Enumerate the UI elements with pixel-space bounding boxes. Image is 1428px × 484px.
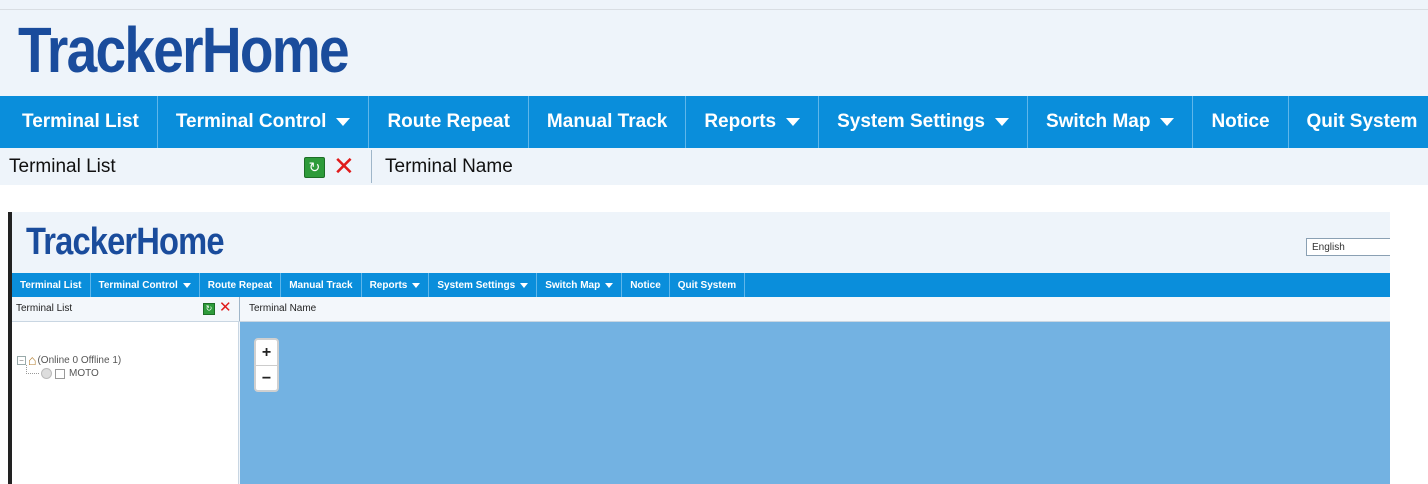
nav-label: System Settings <box>837 111 985 132</box>
nav-system-settings[interactable]: System Settings <box>819 96 1028 148</box>
nav-label: Reports <box>369 279 408 291</box>
full-app-panel: TrackerHome English Terminal List Termin… <box>8 212 1390 484</box>
terminal-tree: − ⌂ (Online 0 Offline 1) MOTO <box>12 322 239 484</box>
device-checkbox[interactable] <box>55 368 65 379</box>
nav-label: Switch Map <box>1045 111 1151 132</box>
language-select[interactable]: English <box>1306 238 1390 256</box>
main-nav: Terminal List Terminal Control Route Rep… <box>0 96 1428 148</box>
nav-manual-track[interactable]: Manual Track <box>281 273 362 297</box>
tree-root-label: (Online 0 Offline 1) <box>37 354 122 366</box>
device-icon <box>41 368 52 379</box>
nav-label: Manual Track <box>289 279 353 291</box>
zoom-out-button[interactable]: − <box>256 366 277 391</box>
nav-system-settings[interactable]: System Settings <box>429 273 538 297</box>
nav-label: Notice <box>1211 111 1270 132</box>
nav-terminal-control[interactable]: Terminal Control <box>91 273 200 297</box>
nav-manual-track[interactable]: Manual Track <box>529 96 687 148</box>
nav-notice[interactable]: Notice <box>622 273 670 297</box>
zoom-in-button[interactable]: + <box>256 340 277 366</box>
terminal-list-title: Terminal List <box>9 156 116 177</box>
tree-connector <box>26 365 39 374</box>
nav-label: Reports <box>704 111 777 132</box>
chevron-down-icon <box>786 118 801 126</box>
chevron-down-icon <box>1160 118 1175 126</box>
nav-terminal-list[interactable]: Terminal List <box>0 96 158 148</box>
nav-reports[interactable]: Reports <box>362 273 430 297</box>
nav-label: Switch Map <box>545 279 601 291</box>
terminal-name-header: Terminal Name <box>249 303 317 314</box>
zoom-control: + − <box>254 338 279 392</box>
nav-reports[interactable]: Reports <box>686 96 820 148</box>
nav-label: Quit System <box>677 279 737 291</box>
zoomed-header-panel: TrackerHome Terminal List Terminal Contr… <box>0 0 1428 185</box>
chevron-down-icon <box>336 118 351 126</box>
divider <box>371 150 372 183</box>
nav-label: Terminal List <box>20 279 82 291</box>
nav-label: Route Repeat <box>207 279 273 291</box>
nav-label: Quit System <box>1306 111 1418 132</box>
refresh-icon[interactable]: ↻ <box>203 303 215 315</box>
delete-icon[interactable]: ✕ <box>219 299 232 317</box>
nav-label: Route Repeat <box>387 111 510 132</box>
chevron-down-icon <box>412 282 421 288</box>
divider <box>239 297 240 321</box>
nav-switch-map[interactable]: Switch Map <box>537 273 623 297</box>
nav-terminal-list[interactable]: Terminal List <box>12 273 91 297</box>
refresh-icon[interactable]: ↻ <box>304 157 325 178</box>
logo: TrackerHome <box>18 14 350 86</box>
terminal-list-title: Terminal List <box>16 303 73 314</box>
nav-terminal-control[interactable]: Terminal Control <box>158 96 370 148</box>
nav-label: Terminal Control <box>98 279 178 291</box>
nav-label: Notice <box>630 279 661 291</box>
collapse-icon[interactable]: − <box>17 355 26 365</box>
terminal-name-header: Terminal Name <box>385 156 513 177</box>
nav-label: Terminal Control <box>175 111 327 132</box>
nav-label: System Settings <box>437 279 516 291</box>
nav-notice[interactable]: Notice <box>1193 96 1289 148</box>
chevron-down-icon <box>182 282 191 288</box>
nav-switch-map[interactable]: Switch Map <box>1028 96 1194 148</box>
chevron-down-icon <box>994 118 1009 126</box>
panel-subheader: Terminal List ↻ ✕ Terminal Name <box>0 148 1428 185</box>
nav-label: Manual Track <box>546 111 668 132</box>
tree-item[interactable]: MOTO <box>26 365 99 379</box>
map-canvas[interactable]: + − <box>240 322 1390 484</box>
device-label: MOTO <box>69 368 99 379</box>
panel-subheader: Terminal List ↻ ✕ Terminal Name <box>12 297 1390 322</box>
nav-route-repeat[interactable]: Route Repeat <box>369 96 529 148</box>
nav-label: Terminal List <box>22 111 139 132</box>
logo: TrackerHome <box>26 221 224 263</box>
nav-route-repeat[interactable]: Route Repeat <box>200 273 282 297</box>
nav-quit-system[interactable]: Quit System <box>670 273 746 297</box>
delete-icon[interactable]: ✕ <box>333 152 355 180</box>
top-border-line <box>0 9 1428 10</box>
chevron-down-icon <box>605 282 614 288</box>
nav-quit-system[interactable]: Quit System <box>1289 96 1428 148</box>
main-nav: Terminal List Terminal Control Route Rep… <box>12 273 1390 297</box>
chevron-down-icon <box>520 282 529 288</box>
